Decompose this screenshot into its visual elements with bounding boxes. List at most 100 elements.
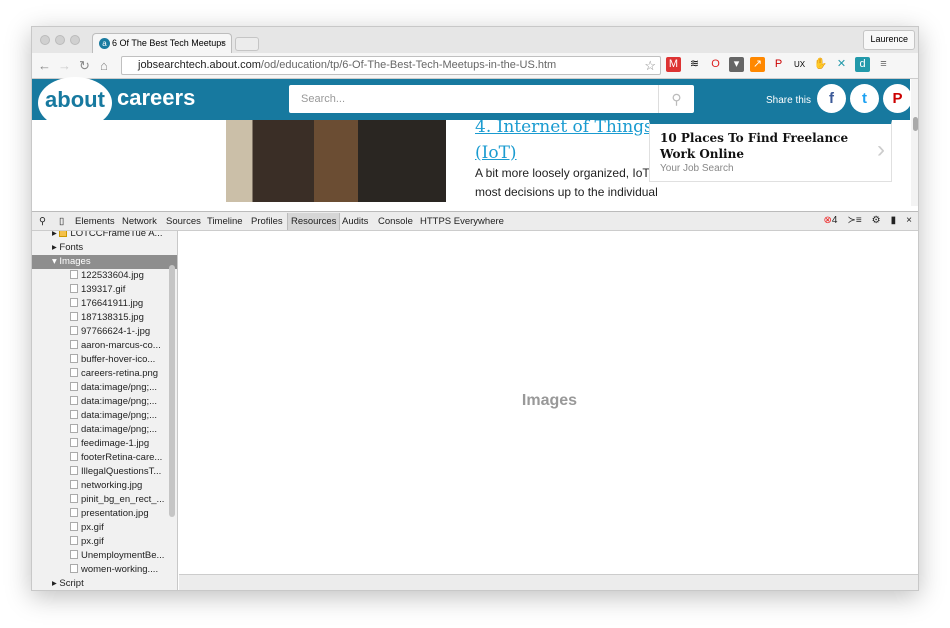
- image-file-item[interactable]: 97766624-1-.jpg: [32, 325, 177, 339]
- tab-resources[interactable]: Resources: [287, 213, 341, 230]
- facebook-icon[interactable]: f: [817, 84, 846, 113]
- images-label: Images: [59, 256, 91, 267]
- reload-icon[interactable]: ↻: [79, 58, 90, 74]
- image-file-item[interactable]: aaron-marcus-co...: [32, 339, 177, 353]
- analytics-icon[interactable]: ↗: [750, 57, 765, 72]
- close-tab-icon[interactable]: ×: [221, 38, 226, 48]
- script-label: Script: [59, 578, 84, 589]
- pocket-icon[interactable]: ▾: [729, 57, 744, 72]
- tree-item-frame[interactable]: ▸ LOTCCFrameTue A...: [32, 231, 177, 241]
- file-name: feedimage-1.jpg: [81, 438, 150, 449]
- evernote-icon[interactable]: ✋: [813, 57, 828, 72]
- resources-main-panel: Images: [179, 231, 918, 574]
- sidebar-scrollbar[interactable]: [169, 265, 175, 517]
- zoom-window-button[interactable]: [70, 35, 80, 45]
- close-devtools-icon[interactable]: ×: [906, 215, 912, 226]
- tree-item-script[interactable]: ▸ Script: [32, 577, 177, 590]
- image-file-item[interactable]: UnemploymentBe...: [32, 549, 177, 563]
- file-name: data:image/png;...: [81, 410, 158, 421]
- tab-sources[interactable]: Sources: [163, 216, 204, 227]
- share-label: Share this: [766, 95, 812, 106]
- forward-icon[interactable]: →: [58, 58, 71, 73]
- tab-network[interactable]: Network: [119, 216, 160, 227]
- tab-audits[interactable]: Audits: [339, 216, 371, 227]
- browser-window: a6 Of The Best Tech Meetups × Laurence ← …: [31, 26, 919, 591]
- image-file-item[interactable]: data:image/png;...: [32, 381, 177, 395]
- image-file-item[interactable]: data:image/png;...: [32, 423, 177, 437]
- error-count[interactable]: ⊗4: [824, 215, 838, 226]
- image-file-item[interactable]: data:image/png;...: [32, 409, 177, 423]
- home-icon[interactable]: ⌂: [100, 58, 108, 73]
- tab-https-everywhere[interactable]: HTTPS Everywhere: [417, 216, 507, 227]
- site-search-input[interactable]: Search... ⚲: [289, 85, 694, 113]
- file-name: 97766624-1-.jpg: [81, 326, 151, 337]
- image-file-item[interactable]: 187138315.jpg: [32, 311, 177, 325]
- network-icon[interactable]: ✕: [834, 57, 849, 72]
- image-file-item[interactable]: feedimage-1.jpg: [32, 437, 177, 451]
- image-file-item[interactable]: px.gif: [32, 535, 177, 549]
- menu-icon[interactable]: ≡: [876, 57, 891, 72]
- inspect-icon[interactable]: ⚲: [36, 216, 49, 227]
- bookmark-star-icon[interactable]: ☆: [644, 58, 656, 74]
- image-file-item[interactable]: footerRetina-care...: [32, 451, 177, 465]
- pinterest-icon[interactable]: P: [771, 57, 786, 72]
- folder-icon: [59, 231, 68, 237]
- image-file-item[interactable]: pinit_bg_en_rect_...: [32, 493, 177, 507]
- site-header: about careers Search... ⚲ Share this f t …: [32, 77, 912, 129]
- d-icon[interactable]: d: [855, 57, 870, 72]
- image-thumbnail-icon: [70, 438, 78, 447]
- ux-check-icon[interactable]: UX: [792, 57, 807, 72]
- vertical-scrollbar[interactable]: [911, 79, 918, 206]
- browser-tab[interactable]: a6 Of The Best Tech Meetups ×: [92, 33, 232, 53]
- image-file-item[interactable]: women-working....: [32, 563, 177, 577]
- file-name: data:image/png;...: [81, 382, 158, 393]
- opera-icon[interactable]: O: [708, 57, 723, 72]
- minimize-window-button[interactable]: [55, 35, 65, 45]
- image-file-item[interactable]: 176641911.jpg: [32, 297, 177, 311]
- console-drawer-icon[interactable]: ≻≡: [847, 215, 861, 226]
- recommendation-card[interactable]: 10 Places To Find Freelance Work Online …: [649, 120, 892, 182]
- image-file-item[interactable]: px.gif: [32, 521, 177, 535]
- image-thumbnail-icon: [70, 410, 78, 419]
- back-icon[interactable]: ←: [38, 58, 51, 73]
- image-file-item[interactable]: IllegalQuestionsT...: [32, 465, 177, 479]
- image-file-item[interactable]: buffer-hover-ico...: [32, 353, 177, 367]
- pinterest-share-icon[interactable]: P: [883, 84, 912, 113]
- close-window-button[interactable]: [40, 35, 50, 45]
- image-file-item[interactable]: careers-retina.png: [32, 367, 177, 381]
- section-title[interactable]: careers: [117, 85, 195, 111]
- ad-subtitle: Your Job Search: [660, 163, 734, 174]
- tree-item-images[interactable]: ▾ Images: [32, 255, 177, 269]
- file-name: IllegalQuestionsT...: [81, 466, 162, 477]
- image-file-item[interactable]: networking.jpg: [32, 479, 177, 493]
- error-count-value: 4: [831, 215, 838, 226]
- dock-icon[interactable]: ▮: [891, 215, 897, 226]
- search-icon[interactable]: ⚲: [658, 85, 694, 113]
- tree-item-fonts[interactable]: ▸ Fonts: [32, 241, 177, 255]
- image-file-item[interactable]: data:image/png;...: [32, 395, 177, 409]
- chevron-right-icon[interactable]: ›: [877, 136, 885, 164]
- tab-console[interactable]: Console: [375, 216, 416, 227]
- image-file-item[interactable]: presentation.jpg: [32, 507, 177, 521]
- twitter-icon[interactable]: t: [850, 84, 879, 113]
- gear-icon[interactable]: ⚙: [872, 215, 881, 226]
- image-thumbnail-icon: [70, 424, 78, 433]
- file-name: 187138315.jpg: [81, 312, 144, 323]
- gmail-icon[interactable]: M: [666, 57, 681, 72]
- buffer-icon[interactable]: ≋: [687, 57, 702, 72]
- device-mode-icon[interactable]: ▯: [56, 216, 67, 227]
- image-file-item[interactable]: 139317.gif: [32, 283, 177, 297]
- tab-timeline[interactable]: Timeline: [204, 216, 246, 227]
- file-name: careers-retina.png: [81, 368, 159, 379]
- tab-profiles[interactable]: Profiles: [248, 216, 286, 227]
- new-tab-button[interactable]: [235, 37, 259, 51]
- url-domain: jobsearchtech.about.com: [138, 59, 261, 71]
- favicon-icon: a: [99, 38, 110, 49]
- address-bar[interactable]: jobsearchtech.about.com/od/education/tp/…: [121, 56, 661, 75]
- image-thumbnail-icon: [70, 536, 78, 545]
- profile-button[interactable]: Laurence: [863, 30, 915, 50]
- article-heading[interactable]: 4. Internet of Things (IoT): [475, 120, 675, 166]
- image-file-item[interactable]: 122533604.jpg: [32, 269, 177, 283]
- tab-elements[interactable]: Elements: [72, 216, 118, 227]
- image-thumbnail-icon: [70, 480, 78, 489]
